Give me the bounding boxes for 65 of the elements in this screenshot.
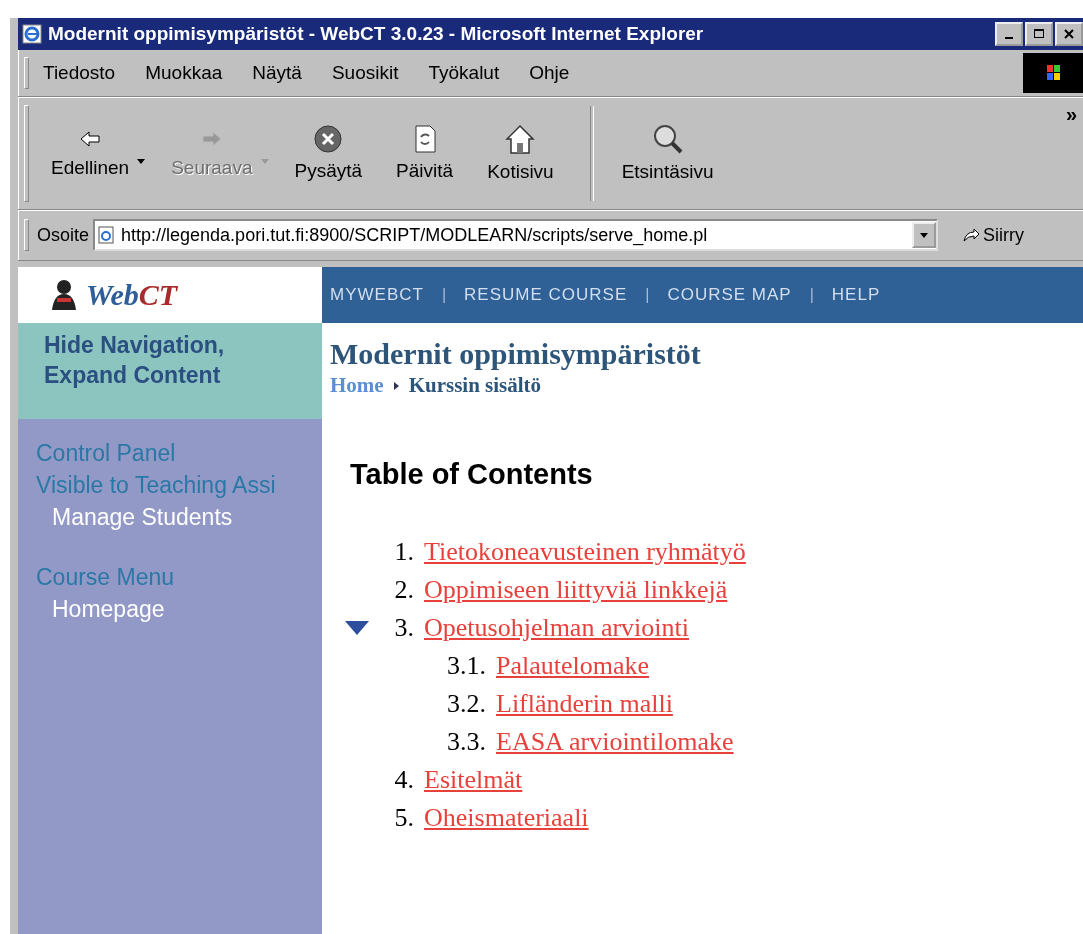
item-number: 3.2.: [446, 689, 486, 719]
item-number: 5.: [393, 803, 414, 833]
close-button[interactable]: [1055, 22, 1083, 46]
address-label: Osoite: [37, 224, 90, 246]
breadcrumb-link[interactable]: Home: [330, 373, 384, 398]
maximize-button[interactable]: [1025, 22, 1053, 46]
browser-icon: [22, 24, 42, 44]
toc-link[interactable]: Esitelmät: [424, 765, 523, 795]
menu-item[interactable]: Ohje: [529, 62, 570, 84]
top-nav-link[interactable]: MYWEBCT: [330, 285, 424, 305]
toolbar-button[interactable]: Päivitä: [388, 120, 462, 186]
minimize-icon: [1005, 37, 1013, 39]
toc-link[interactable]: Opetusohjelman arviointi: [424, 613, 689, 643]
course-title: Modernit oppimisympäristöt: [330, 337, 702, 371]
home-icon: [504, 123, 537, 155]
stop-icon: [313, 124, 344, 154]
go-button[interactable]: Siirry: [956, 223, 1031, 247]
menu-item[interactable]: Työkalut: [428, 62, 500, 84]
toc-link[interactable]: Oppimiseen liittyviä linkkejä: [424, 575, 728, 605]
breadcrumb-arrow-icon: [393, 381, 399, 390]
toc-link[interactable]: Lifländerin malli: [496, 689, 673, 719]
menu-item[interactable]: Tiedosto: [43, 62, 116, 84]
dropdown-caret-icon: [920, 232, 929, 238]
toc-link[interactable]: Oheismateriaali: [424, 803, 589, 833]
toolbar-button[interactable]: Kotisivu: [479, 119, 562, 187]
separator: |: [441, 286, 447, 304]
toc-link[interactable]: Palautelomake: [496, 651, 650, 681]
item-number: 2.: [393, 575, 414, 605]
address-field[interactable]: http://legenda.pori.tut.fi:8900/SCRIPT/MODLEARN/scripts/serve_home.pl: [93, 219, 939, 251]
minimize-button[interactable]: [995, 22, 1023, 46]
sidebar-item[interactable]: Manage Students: [36, 500, 233, 533]
toc-link[interactable]: Tietokoneavusteinen ryhmätyö: [424, 537, 746, 567]
page-icon: [97, 226, 116, 244]
maximize-icon: [1033, 28, 1045, 40]
logo: WebCT: [18, 267, 322, 323]
expanded-triangle-icon[interactable]: [344, 620, 370, 636]
top-nav-link[interactable]: RESUME COURSE: [464, 285, 628, 305]
dropdown-button[interactable]: [912, 222, 937, 248]
toc-heading: Table of Contents: [350, 458, 594, 491]
toolbar-button[interactable]: Etsintäsivu: [613, 119, 722, 187]
item-number: 1.: [393, 537, 414, 567]
menu-item[interactable]: Näytä: [252, 62, 302, 84]
item-number: 3.: [393, 613, 414, 643]
toolbar-button[interactable]: Edellinen: [43, 123, 138, 183]
menu-item[interactable]: Suosikit: [331, 62, 399, 84]
breadcrumb-current: Kurssin sisältö: [408, 373, 542, 398]
go-arrow-icon: [962, 227, 981, 243]
toolbar-overflow-button[interactable]: »: [1065, 103, 1077, 126]
menu-item[interactable]: Muokkaa: [145, 62, 223, 84]
top-nav-link[interactable]: HELP: [831, 285, 881, 305]
close-icon: [1063, 28, 1075, 40]
top-nav-link[interactable]: COURSE MAP: [667, 285, 792, 305]
separator: |: [645, 286, 650, 304]
dropdown-caret-icon[interactable]: [137, 159, 146, 164]
window-title: Modernit oppimisympäristöt - WebCT 3.0.23 - Microsoft Internet Explorer: [48, 23, 704, 45]
item-number: 3.3.: [446, 727, 486, 757]
item-number: 3.1.: [446, 651, 486, 681]
toolbar-button[interactable]: Pysäytä: [286, 120, 371, 186]
item-number: 4.: [393, 765, 414, 795]
sidebar-item[interactable]: Homepage: [36, 592, 165, 625]
separator: |: [809, 286, 814, 304]
windows-logo-icon: [1023, 53, 1083, 93]
search-icon: [651, 123, 684, 155]
toc-link[interactable]: EASA arviointilomake: [496, 727, 734, 757]
hide-navigation-link[interactable]: Hide Navigation, Expand Content: [18, 323, 322, 419]
